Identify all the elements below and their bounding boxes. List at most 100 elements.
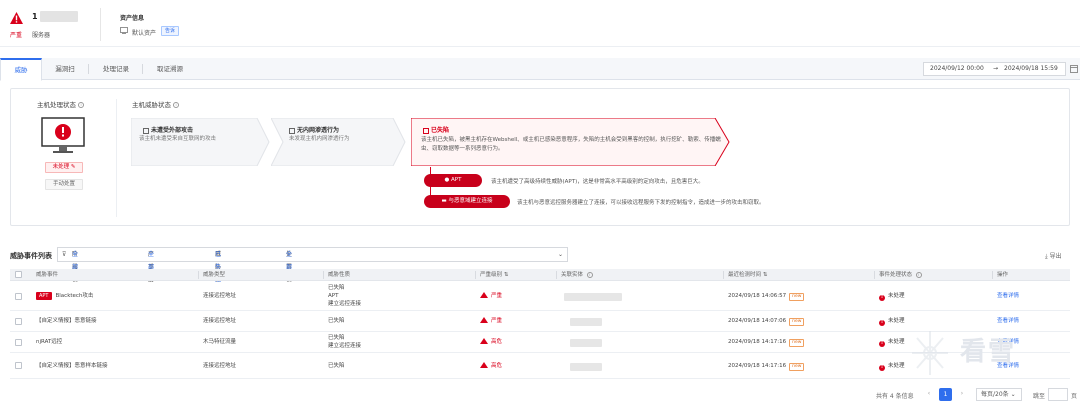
sort-icon[interactable]: ⇅ bbox=[504, 272, 509, 278]
event-name[interactable]: 【自定义情报】恶意样本链接 bbox=[36, 362, 108, 370]
tab-forensics[interactable]: 取证溯源 bbox=[144, 58, 196, 80]
severity-triangle-icon bbox=[480, 292, 488, 298]
sort-icon[interactable]: ⇅ bbox=[763, 272, 768, 278]
col-severity[interactable]: 严重级别 ⇅ bbox=[480, 269, 508, 281]
header-divider bbox=[100, 8, 101, 41]
col-separator bbox=[323, 271, 324, 279]
info-icon[interactable]: i bbox=[78, 102, 84, 108]
info-icon[interactable]: i bbox=[915, 271, 922, 278]
col-separator bbox=[556, 271, 557, 279]
stage-desc: 该主机已失陷，被黑主机存在Webshell、或主机已感染恶意程序，失陷的主机会受… bbox=[421, 137, 721, 152]
stage-lateral-movement: 无内网渗透行为 未发现主机内网渗透行为 bbox=[271, 118, 407, 166]
tab-threat[interactable]: 威胁 bbox=[0, 58, 42, 81]
alert-icon: ! bbox=[879, 365, 885, 371]
info-icon[interactable]: i bbox=[586, 271, 593, 278]
event-name[interactable]: njRAT远控 bbox=[36, 338, 62, 346]
date-range-picker[interactable]: 2024/09/12 00:00 → 2024/09/18 15:59 bbox=[923, 62, 1066, 76]
watermark-text: 看雪 bbox=[960, 337, 1017, 367]
event-severity: 严重 bbox=[480, 292, 502, 300]
event-nature: 已失陷 bbox=[328, 363, 345, 369]
col-separator bbox=[723, 271, 724, 279]
col-separator bbox=[475, 271, 476, 279]
new-badge: new bbox=[789, 318, 805, 326]
host-type: 服务器 bbox=[32, 32, 51, 39]
col-entity: 关联实体 i bbox=[561, 269, 593, 281]
event-nature: 已失陷 APT 建立远控连接 bbox=[328, 285, 362, 307]
filter-icon: ⊽ bbox=[62, 251, 67, 258]
entity-redacted[interactable] bbox=[570, 318, 602, 326]
jump-label: 跳至 bbox=[1033, 393, 1046, 400]
view-detail-link[interactable]: 查看详情 bbox=[997, 317, 1019, 325]
stage-compromised: 已失陷 该主机已失陷，被黑主机存在Webshell、或主机已感染恶意程序，失陷的… bbox=[411, 118, 731, 166]
tag-malicious-connection[interactable]: ▬ 与恶意域建立连接 bbox=[424, 195, 510, 208]
asset-tag[interactable]: 告诉 bbox=[161, 26, 180, 36]
page-size-select[interactable]: 每页/20条 ⌄ bbox=[976, 388, 1022, 401]
chevron-down-icon: ⌄ bbox=[1010, 391, 1016, 398]
prev-page-button[interactable]: ‹ bbox=[924, 388, 934, 401]
col-separator bbox=[874, 271, 875, 279]
view-detail-link[interactable]: 查看详情 bbox=[997, 292, 1019, 300]
manual-handle-button[interactable]: 手动处置 bbox=[45, 179, 83, 190]
threat-status-title: 主机威胁状态 i bbox=[132, 99, 179, 109]
tab-records[interactable]: 处理记录 bbox=[90, 58, 142, 80]
date-start: 2024/09/12 00:00 bbox=[930, 65, 984, 72]
host-status-badge[interactable]: 未处理 ✎ bbox=[45, 162, 83, 173]
severity-triangle-icon bbox=[480, 338, 488, 344]
page-label: 页 bbox=[1071, 393, 1078, 400]
tab-bar: 威胁 漏洞扫 处理记录 取证溯源 bbox=[0, 58, 1080, 81]
stage-title: 未遭受外部攻击 bbox=[143, 125, 193, 134]
warning-triangle-icon bbox=[10, 12, 23, 24]
entity-redacted[interactable] bbox=[564, 293, 622, 301]
stage-external-attack: 未遭受外部攻击 该主机未遭受来自互联网的攻击 bbox=[131, 118, 271, 166]
select-all-checkbox[interactable] bbox=[15, 271, 22, 278]
event-severity: 高危 bbox=[480, 338, 502, 346]
tab-vuln[interactable]: 漏洞扫 bbox=[44, 58, 86, 80]
event-name[interactable]: 【自定义情报】恶意链接 bbox=[36, 317, 97, 325]
event-nature: 已失陷 bbox=[328, 318, 345, 324]
new-badge: new bbox=[789, 339, 805, 347]
row-checkbox[interactable] bbox=[15, 362, 22, 369]
row-checkbox[interactable] bbox=[15, 339, 22, 346]
event-status: ! 未处理 bbox=[879, 363, 905, 371]
col-separator bbox=[992, 271, 993, 279]
entity-redacted[interactable] bbox=[570, 339, 602, 347]
tag-apt-desc: 该主机遭受了高级持续性威胁(APT)，这是非常高水平高级别的定向攻击，且危害巨大… bbox=[491, 179, 704, 185]
edit-icon[interactable]: ✎ bbox=[71, 164, 76, 170]
table-row[interactable]: APT Blacktech攻击 连接远控地址 已失陷 APT 建立远控连接 严重 20… bbox=[10, 282, 1070, 311]
apt-tag: APT bbox=[36, 292, 52, 300]
events-list-title: 威胁事件列表 bbox=[10, 252, 52, 260]
monitor-alert-icon bbox=[41, 117, 85, 153]
pagination-total: 共有 4 条信息 bbox=[876, 393, 914, 400]
next-page-button[interactable]: › bbox=[957, 388, 967, 401]
stage-desc: 未发现主机内网渗透行为 bbox=[289, 136, 350, 142]
col-nature: 威胁性质 bbox=[328, 272, 351, 278]
col-separator bbox=[198, 271, 199, 279]
entity-redacted[interactable] bbox=[570, 363, 602, 371]
event-name[interactable]: APT Blacktech攻击 bbox=[36, 292, 93, 300]
tab-separator bbox=[142, 64, 143, 74]
jump-page-input[interactable] bbox=[1048, 388, 1068, 401]
event-time: 2024/09/18 14:06:57 new bbox=[728, 292, 805, 301]
tag-apt[interactable]: ● APT bbox=[424, 174, 482, 187]
col-time[interactable]: 最近检测时间 ⇅ bbox=[728, 269, 767, 281]
row-checkbox[interactable] bbox=[15, 293, 22, 300]
row-checkbox[interactable] bbox=[15, 318, 22, 325]
col-status: 事件处理状态 i bbox=[879, 269, 922, 281]
event-status: ! 未处理 bbox=[879, 293, 905, 301]
shield-icon bbox=[143, 127, 149, 134]
col-event: 威胁事件 bbox=[36, 272, 59, 278]
calendar-icon[interactable] bbox=[1070, 64, 1078, 73]
date-sep: → bbox=[993, 65, 999, 72]
severity-triangle-icon bbox=[480, 317, 488, 323]
stage-desc: 该主机未遭受来自互联网的攻击 bbox=[139, 136, 217, 142]
table-header: 威胁事件 威胁类型 威胁性质 严重级别 ⇅ 关联实体 i 最近检测时间 ⇅ 事件… bbox=[10, 269, 1070, 281]
info-icon[interactable]: i bbox=[173, 102, 179, 108]
event-type: 木马特征流量 bbox=[203, 339, 237, 345]
col-type: 威胁类型 bbox=[203, 272, 226, 278]
event-type: 连接远控地址 bbox=[203, 293, 237, 299]
export-button[interactable]: ⤓ 导出 bbox=[1045, 251, 1062, 261]
asset-value: 默认资产 bbox=[132, 30, 157, 37]
current-page-button[interactable]: 1 bbox=[939, 388, 952, 401]
filter-bar[interactable]: ⊽ 阶段状态: 全部 严重级别: 全部 威胁性质: 已失陷 处置状态: 全部 ⌄ bbox=[57, 247, 568, 297]
chevron-down-icon[interactable]: ⌄ bbox=[558, 248, 563, 261]
